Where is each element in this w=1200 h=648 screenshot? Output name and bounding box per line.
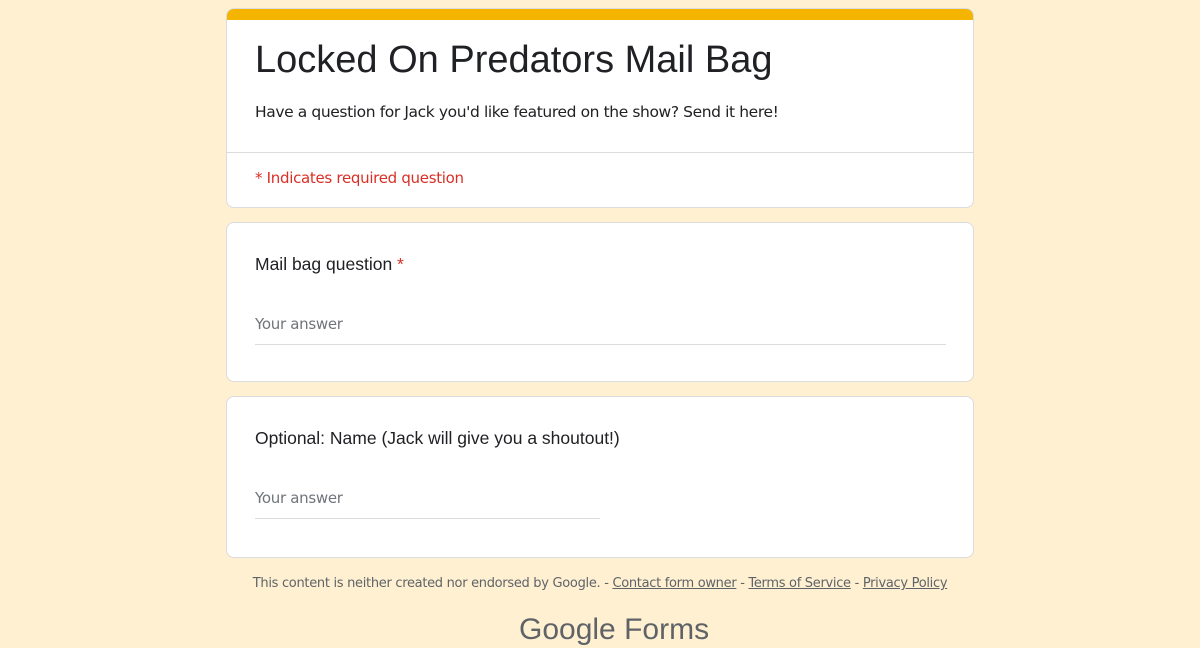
footer: This content is neither created nor endo… <box>0 576 1200 591</box>
footer-separator: - <box>600 576 613 591</box>
header-accent-bar <box>227 9 973 20</box>
form-container: Locked On Predators Mail Bag Have a ques… <box>226 8 974 558</box>
question-label: Mail bag question <box>255 254 393 274</box>
form-description: Have a question for Jack you'd like feat… <box>255 103 779 121</box>
question-label: Optional: Name (Jack will give you a sho… <box>255 428 620 448</box>
required-asterisk: * <box>397 254 404 274</box>
header-divider <box>227 152 973 153</box>
form-title: Locked On Predators Mail Bag <box>255 39 773 81</box>
form-header-card: Locked On Predators Mail Bag Have a ques… <box>226 8 974 208</box>
name-answer-input[interactable] <box>255 485 600 519</box>
question-card-mail-bag: Mail bag question * <box>226 222 974 382</box>
terms-of-service-link[interactable]: Terms of Service <box>748 576 851 591</box>
footer-disclaimer: This content is neither created nor endo… <box>252 576 601 591</box>
mail-bag-answer-input[interactable] <box>255 311 946 345</box>
google-forms-logo[interactable]: Google Forms <box>519 612 709 648</box>
required-note: * Indicates required question <box>255 169 464 187</box>
footer-separator: - <box>736 576 749 591</box>
question-card-name: Optional: Name (Jack will give you a sho… <box>226 396 974 558</box>
contact-form-owner-link[interactable]: Contact form owner <box>612 576 736 591</box>
footer-separator: - <box>850 576 863 591</box>
privacy-policy-link[interactable]: Privacy Policy <box>863 576 948 591</box>
question-title: Mail bag question * <box>255 254 404 275</box>
question-title: Optional: Name (Jack will give you a sho… <box>255 428 620 449</box>
